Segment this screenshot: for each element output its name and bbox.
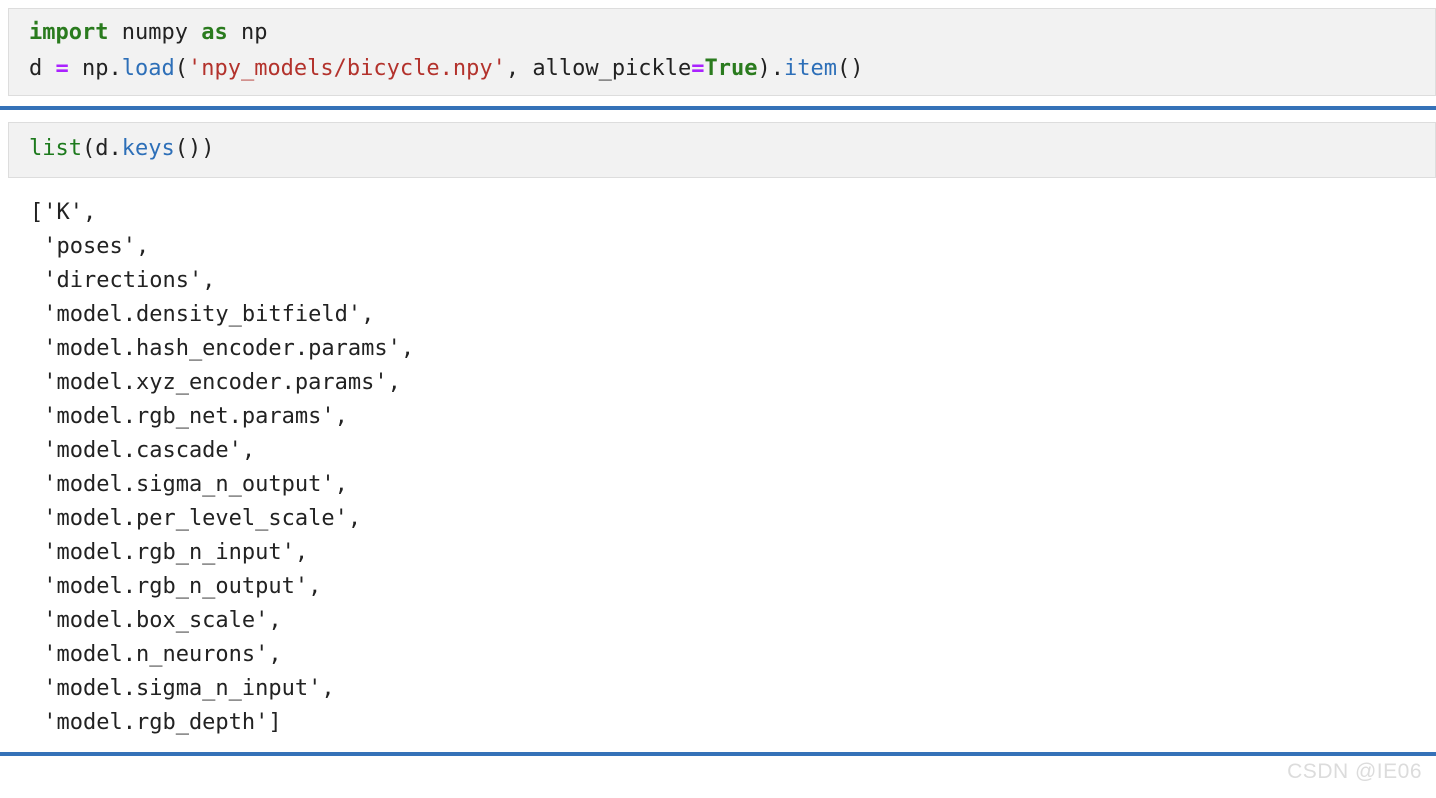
output-line: 'poses', — [30, 234, 150, 259]
output-line: 'model.per_level_scale', — [30, 506, 362, 531]
cell-divider-top — [0, 106, 1436, 110]
output-line: 'model.n_neurons', — [30, 642, 282, 667]
code-token: numpy — [108, 20, 202, 45]
code-line: list(d.keys()) — [9, 123, 1435, 167]
watermark-label: CSDN @IE06 — [1287, 760, 1422, 783]
cell-divider-bottom — [0, 752, 1436, 756]
code-line: d = np.load('npy_models/bicycle.npy', al… — [9, 51, 1435, 87]
code-token: d — [29, 56, 56, 81]
code-token: load — [121, 56, 175, 81]
code-token: = — [55, 56, 69, 81]
code-token: ()) — [174, 136, 215, 161]
code-token: np — [227, 20, 268, 45]
code-line: import numpy as np — [9, 9, 1435, 51]
output-line: 'model.rgb_n_input', — [30, 540, 309, 565]
output-line: 'model.rgb_net.params', — [30, 404, 348, 429]
code-token: True — [704, 56, 758, 81]
output-line: 'model.hash_encoder.params', — [30, 336, 415, 361]
code-token: (d. — [81, 136, 122, 161]
output-line: 'model.cascade', — [30, 438, 256, 463]
output-line: 'model.xyz_encoder.params', — [30, 370, 401, 395]
output-line: 'directions', — [30, 268, 216, 293]
output-line: 'model.rgb_depth'] — [30, 710, 282, 735]
output-line: 'model.sigma_n_input', — [30, 676, 335, 701]
code-token: import — [29, 20, 109, 45]
code-token: 'npy_models/bicycle.npy' — [187, 56, 506, 81]
output-line: 'model.sigma_n_output', — [30, 472, 348, 497]
output-line: 'model.box_scale', — [30, 608, 282, 633]
code-cell-list-keys[interactable]: list(d.keys()) — [8, 122, 1436, 178]
output-line: 'model.rgb_n_output', — [30, 574, 322, 599]
code-token: keys — [121, 136, 175, 161]
code-token: np. — [68, 56, 122, 81]
output-line: 'model.density_bitfield', — [30, 302, 375, 327]
notebook-container: import numpy as np d = np.load('npy_mode… — [0, 0, 1436, 798]
code-token: list — [29, 136, 82, 161]
code-token: = — [691, 56, 705, 81]
cell-output-text: ['K', 'poses', 'directions', 'model.dens… — [0, 196, 1436, 740]
code-token: , allow_pickle — [505, 56, 692, 81]
code-token: ( — [174, 56, 188, 81]
code-cell-import[interactable]: import numpy as np d = np.load('npy_mode… — [8, 8, 1436, 96]
code-token: () — [837, 56, 864, 81]
code-token: item — [784, 56, 838, 81]
code-token: as — [201, 20, 228, 45]
code-token: ). — [757, 56, 785, 81]
output-line: ['K', — [30, 200, 97, 225]
